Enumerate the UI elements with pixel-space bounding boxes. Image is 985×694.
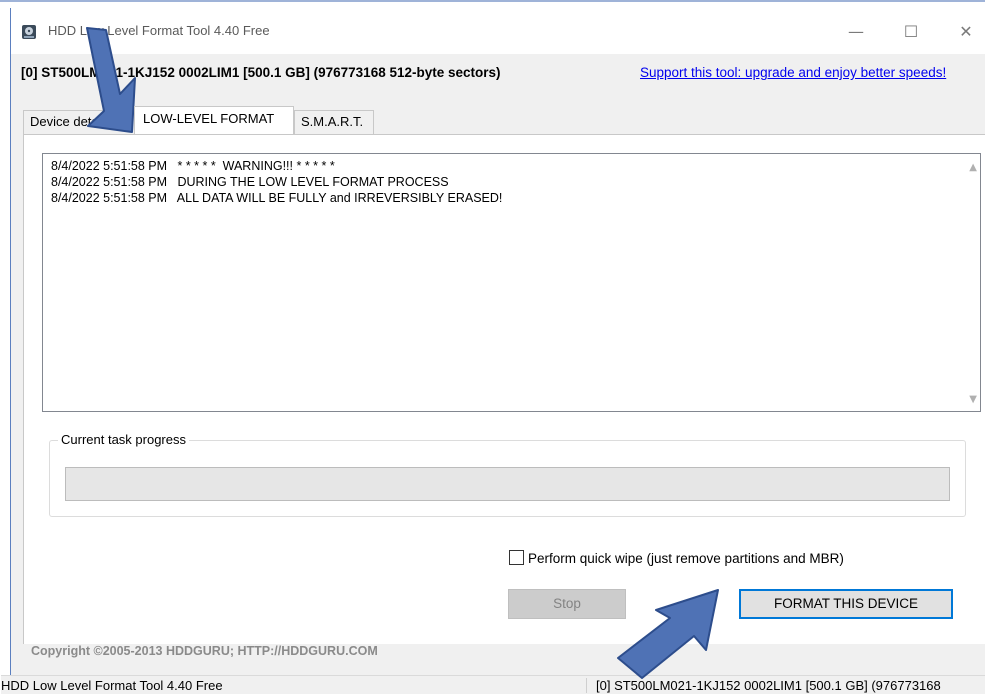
minimize-icon[interactable]: — [833, 18, 879, 46]
quick-wipe-checkbox[interactable] [509, 550, 524, 565]
quick-wipe-option[interactable]: Perform quick wipe (just remove partitio… [509, 550, 844, 566]
hdd-app-icon [22, 25, 36, 39]
log-scrollbar[interactable]: ▲ ▼ [963, 154, 980, 411]
progress-group: Current task progress [49, 432, 966, 517]
maximize-icon[interactable]: ☐ [888, 18, 934, 46]
scroll-down-icon[interactable]: ▼ [969, 394, 977, 405]
status-app-name: HDD Low Level Format Tool 4.40 Free [1, 678, 223, 693]
log-line: 8/4/2022 5:51:58 PM * * * * * WARNING!!!… [51, 159, 335, 173]
tab-strip: Device details LOW-LEVEL FORMAT S.M.A.R.… [11, 106, 985, 134]
log-lines: 8/4/2022 5:51:58 PM * * * * * WARNING!!!… [51, 158, 502, 206]
copyright-text: Copyright ©2005-2013 HDDGURU; HTTP://HDD… [31, 644, 378, 658]
app-window: HDD Low Level Format Tool 4.40 Free — ☐ … [1, 8, 985, 694]
tab-low-level-format[interactable]: LOW-LEVEL FORMAT [134, 106, 294, 134]
tab-smart[interactable]: S.M.A.R.T. [294, 110, 374, 134]
log-line: 8/4/2022 5:51:58 PM DURING THE LOW LEVEL… [51, 175, 449, 189]
support-link[interactable]: Support this tool: upgrade and enjoy bet… [640, 65, 946, 80]
annotation-arrow-icon [617, 589, 719, 679]
progress-bar [65, 467, 950, 501]
page-top-border [0, 0, 985, 2]
log-box[interactable]: 8/4/2022 5:51:58 PM * * * * * WARNING!!!… [42, 153, 981, 412]
low-level-format-panel: 8/4/2022 5:51:58 PM * * * * * WARNING!!!… [23, 134, 985, 644]
quick-wipe-label: Perform quick wipe (just remove partitio… [528, 551, 844, 566]
format-device-button[interactable]: FORMAT THIS DEVICE [739, 589, 953, 619]
stop-button[interactable]: Stop [508, 589, 626, 619]
log-line: 8/4/2022 5:51:58 PM ALL DATA WILL BE FUL… [51, 191, 503, 205]
close-icon[interactable]: ✕ [943, 18, 985, 46]
progress-label: Current task progress [58, 432, 189, 447]
status-bar: HDD Low Level Format Tool 4.40 Free [0] … [1, 675, 985, 694]
scroll-up-icon[interactable]: ▲ [969, 162, 977, 173]
